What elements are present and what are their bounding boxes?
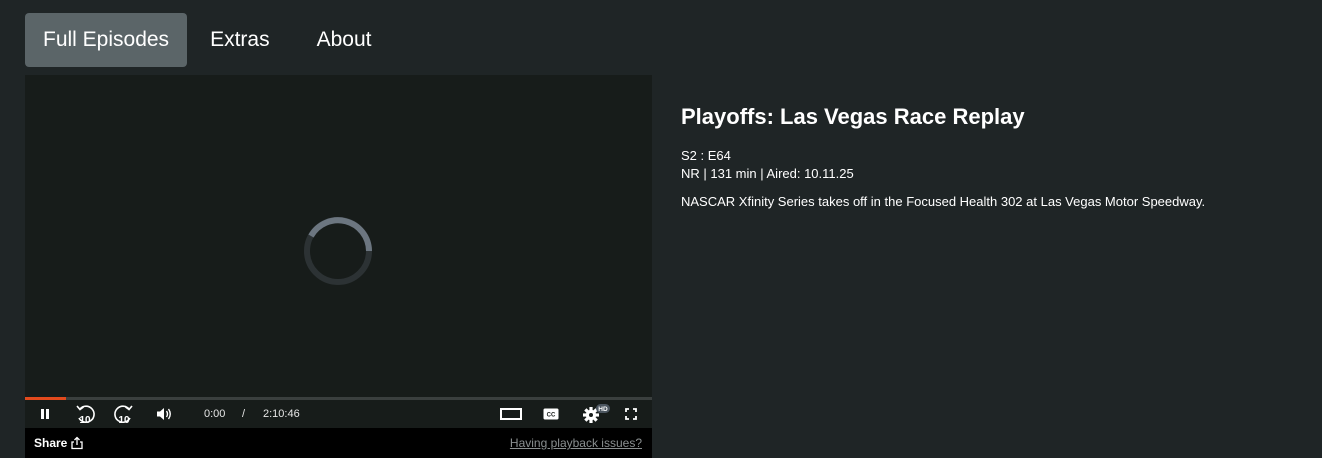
tab-about[interactable]: About [299, 13, 390, 67]
time-separator: / [242, 408, 246, 420]
player-footer: Share Having playback issues? [25, 428, 652, 458]
tab-full-episodes[interactable]: Full Episodes [25, 13, 188, 67]
current-time: 0:00 [204, 408, 226, 420]
episode-title: Playoffs: Las Vegas Race Replay [681, 104, 1025, 129]
volume-button[interactable] [154, 400, 174, 428]
pause-icon [41, 409, 49, 419]
fullscreen-button[interactable] [623, 400, 639, 428]
settings-button[interactable]: HD [581, 400, 611, 428]
fullscreen-icon [625, 408, 637, 420]
quality-badge: HD [598, 406, 608, 413]
episode-description: NASCAR Xfinity Series takes off in the F… [681, 194, 1206, 209]
duration: 2:10:46 [263, 408, 300, 420]
playback-issues-link[interactable]: Having playback issues? [510, 428, 642, 458]
skip-forward-button[interactable]: 10 [113, 400, 135, 428]
skip-back-seconds: 10 [79, 415, 91, 425]
theater-mode-icon [500, 408, 522, 420]
season-episode: S2 : E64 [681, 148, 731, 163]
theater-mode-button[interactable] [499, 400, 523, 428]
volume-icon [157, 408, 171, 420]
video-player[interactable]: 10 10 0:00 / 2:10:46 CC HD Share Having … [25, 75, 652, 458]
player-controls: 10 10 0:00 / 2:10:46 CC HD [25, 400, 652, 428]
gear-icon: HD [583, 404, 610, 423]
episode-meta: NR | 131 min | Aired: 10.11.25 [681, 166, 854, 181]
svg-text:CC: CC [547, 413, 556, 419]
closed-captions-icon: CC [543, 408, 559, 420]
skip-forward-10-icon: 10 [114, 405, 133, 425]
share-button[interactable]: Share [34, 428, 84, 458]
skip-forward-seconds: 10 [118, 415, 130, 425]
skip-back-10-icon: 10 [76, 405, 95, 425]
share-icon [71, 436, 84, 450]
share-label: Share [34, 436, 68, 450]
tab-extras[interactable]: Extras [190, 13, 296, 67]
section-tabs: Full Episodes Extras About [25, 13, 392, 67]
captions-button[interactable]: CC [542, 400, 560, 428]
skip-back-button[interactable]: 10 [74, 400, 96, 428]
loading-spinner-icon [304, 217, 372, 285]
episode-info: Playoffs: Las Vegas Race Replay S2 : E64… [681, 103, 1301, 211]
pause-button[interactable] [35, 400, 55, 428]
